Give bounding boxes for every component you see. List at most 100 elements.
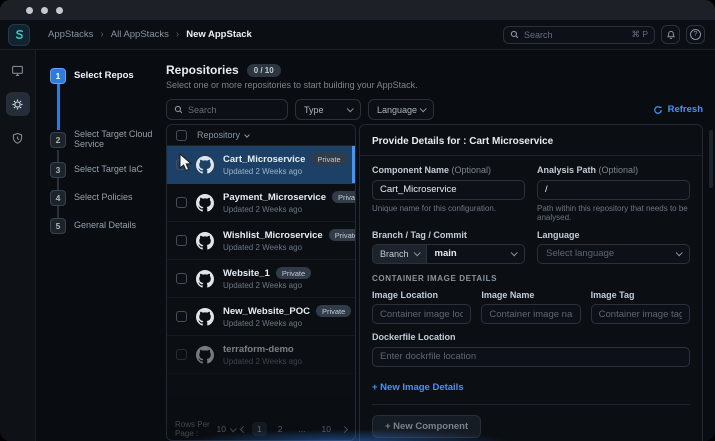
chevron-down-icon: [229, 424, 237, 432]
step-select-cloud-service[interactable]: 2 Select Target Cloud Service: [50, 129, 166, 150]
branch-combo[interactable]: Branch main: [372, 243, 525, 264]
divider: [372, 403, 690, 405]
step-label: General Details: [74, 219, 137, 230]
row-checkbox[interactable]: [176, 159, 187, 170]
repo-updated: Updated 2 Weeks ago: [223, 167, 303, 176]
step-label: Select Repos: [74, 69, 134, 81]
github-icon: [196, 307, 214, 326]
global-search[interactable]: ⌘ P: [503, 25, 655, 44]
repo-row-website-1[interactable]: Website_1 Private Updated 2 Weeks ago: [167, 260, 355, 298]
dockerfile-location-label: Dockerfile Location: [372, 332, 456, 342]
chevron-down-icon: [675, 249, 683, 257]
row-checkbox[interactable]: [176, 197, 187, 208]
global-search-input[interactable]: [524, 29, 627, 40]
image-tag-label: Image Tag: [590, 289, 635, 300]
type-filter-label: Type: [304, 104, 324, 115]
help-button[interactable]: ?: [686, 25, 705, 44]
repo-row-cart-microservice[interactable]: Cart_Microservice Private Updated 2 Week…: [167, 146, 355, 184]
private-badge: Private: [331, 191, 355, 203]
step-general-details[interactable]: 5 General Details: [50, 217, 166, 234]
stepper-connector-active: [57, 84, 60, 130]
private-badge: Private: [328, 229, 355, 241]
refresh-button[interactable]: Refresh: [653, 104, 703, 115]
repository-column-header[interactable]: Repository: [197, 130, 250, 140]
window-titlebar: [0, 0, 715, 20]
private-badge: Private: [311, 153, 347, 165]
image-location-input[interactable]: [372, 304, 472, 324]
row-checkbox[interactable]: [176, 311, 187, 322]
window-dot[interactable]: [26, 6, 33, 14]
image-location-label: Image Location: [372, 289, 439, 300]
container-image-section-header: CONTAINER IMAGE DETAILS: [372, 273, 498, 283]
step-select-policies[interactable]: 4 Select Policies: [50, 189, 166, 206]
component-name-label: Component Name (Optional): [372, 165, 492, 175]
repo-row-terraform-demo[interactable]: terraform-demo Updated 2 Weeks ago: [167, 336, 355, 374]
page-subtitle: Select one or more repositories to start…: [166, 80, 418, 90]
breadcrumb-current: New AppStack: [186, 29, 252, 40]
image-name-label: Image Name: [481, 289, 535, 300]
step-select-iac[interactable]: 3 Select Target IaC: [50, 161, 166, 178]
new-image-details-link[interactable]: + New Image Details: [372, 382, 464, 393]
repo-name: Wishlist_Microservice: [223, 229, 323, 241]
rows-per-page-select[interactable]: 10: [216, 424, 237, 434]
sidebar-item-policies[interactable]: [6, 126, 30, 150]
optional-hint: (Optional): [451, 165, 492, 175]
page-1-button[interactable]: 1: [251, 422, 267, 436]
step-label: Select Target Cloud Service: [74, 129, 153, 149]
prev-page-button[interactable]: [239, 425, 248, 433]
chevron-down-icon: [419, 105, 427, 113]
repo-updated: Updated 2 Weeks ago: [223, 243, 303, 252]
repo-row-payment-microservice[interactable]: Payment_Microservice Private Updated 2 W…: [167, 184, 355, 222]
breadcrumb-appstacks[interactable]: AppStacks: [48, 29, 93, 40]
language-select[interactable]: Select language: [537, 243, 690, 264]
rows-per-page-value: 10: [216, 424, 226, 434]
sidebar-item-appstacks[interactable]: [5, 92, 30, 116]
repo-row-wishlist-microservice[interactable]: Wishlist_Microservice Private Updated 2 …: [167, 222, 355, 260]
notifications-button[interactable]: [661, 25, 680, 44]
github-icon: [196, 193, 214, 212]
page-10-button[interactable]: 10: [317, 422, 336, 436]
repo-search-input[interactable]: [188, 104, 280, 115]
new-component-button[interactable]: + New Component: [372, 414, 482, 438]
stepper-connector: [57, 205, 59, 218]
app-logo[interactable]: [8, 23, 30, 46]
row-checkbox[interactable]: [176, 235, 187, 246]
branch-mode-select[interactable]: Branch: [373, 244, 427, 263]
image-tag-input[interactable]: [590, 304, 690, 324]
row-checkbox[interactable]: [176, 273, 187, 284]
component-name-input[interactable]: [372, 179, 525, 200]
step-select-repos[interactable]: 1 Select Repos: [50, 68, 166, 84]
repo-name: New_Website_POC: [223, 305, 310, 317]
step-label: Select Policies: [74, 191, 133, 202]
window-dot[interactable]: [41, 6, 48, 14]
private-badge: Private: [275, 267, 312, 279]
search-icon: [174, 105, 183, 114]
app-header: AppStacks › All AppStacks › New AppStack…: [0, 20, 715, 50]
language-filter[interactable]: Language: [368, 99, 434, 120]
image-name-input[interactable]: [481, 304, 581, 324]
private-badge: Private: [315, 305, 352, 317]
sidebar-item-workspaces[interactable]: [6, 58, 30, 82]
icon-sidebar: [0, 50, 36, 441]
next-page-button[interactable]: [340, 425, 349, 433]
logo-icon: [15, 30, 23, 39]
scrollbar-thumb[interactable]: [709, 130, 713, 188]
breadcrumb-all-appstacks[interactable]: All AppStacks: [111, 29, 169, 40]
chevron-down-icon: [346, 105, 354, 113]
step-number: 2: [50, 131, 66, 148]
appstacks-gear-icon: [12, 98, 23, 110]
select-all-checkbox[interactable]: [176, 129, 187, 141]
type-filter[interactable]: Type: [295, 99, 361, 120]
analysis-path-input[interactable]: [537, 179, 690, 200]
language-label: Language: [537, 229, 580, 240]
github-icon: [196, 155, 214, 174]
analysis-path-helper: Path within this repository that needs t…: [537, 203, 688, 222]
window-dot[interactable]: [56, 6, 63, 14]
dockerfile-location-input[interactable]: [372, 346, 690, 367]
pagination-bar: Rows Per Page : 10 1 2 ... 10: [167, 418, 355, 440]
repo-row-new-website-poc[interactable]: New_Website_POC Private Updated 2 Weeks …: [167, 298, 355, 336]
page-2-button[interactable]: 2: [273, 422, 288, 436]
row-checkbox[interactable]: [176, 349, 187, 360]
repo-updated: Updated 2 Weeks ago: [223, 319, 303, 328]
repo-search[interactable]: [166, 99, 288, 120]
